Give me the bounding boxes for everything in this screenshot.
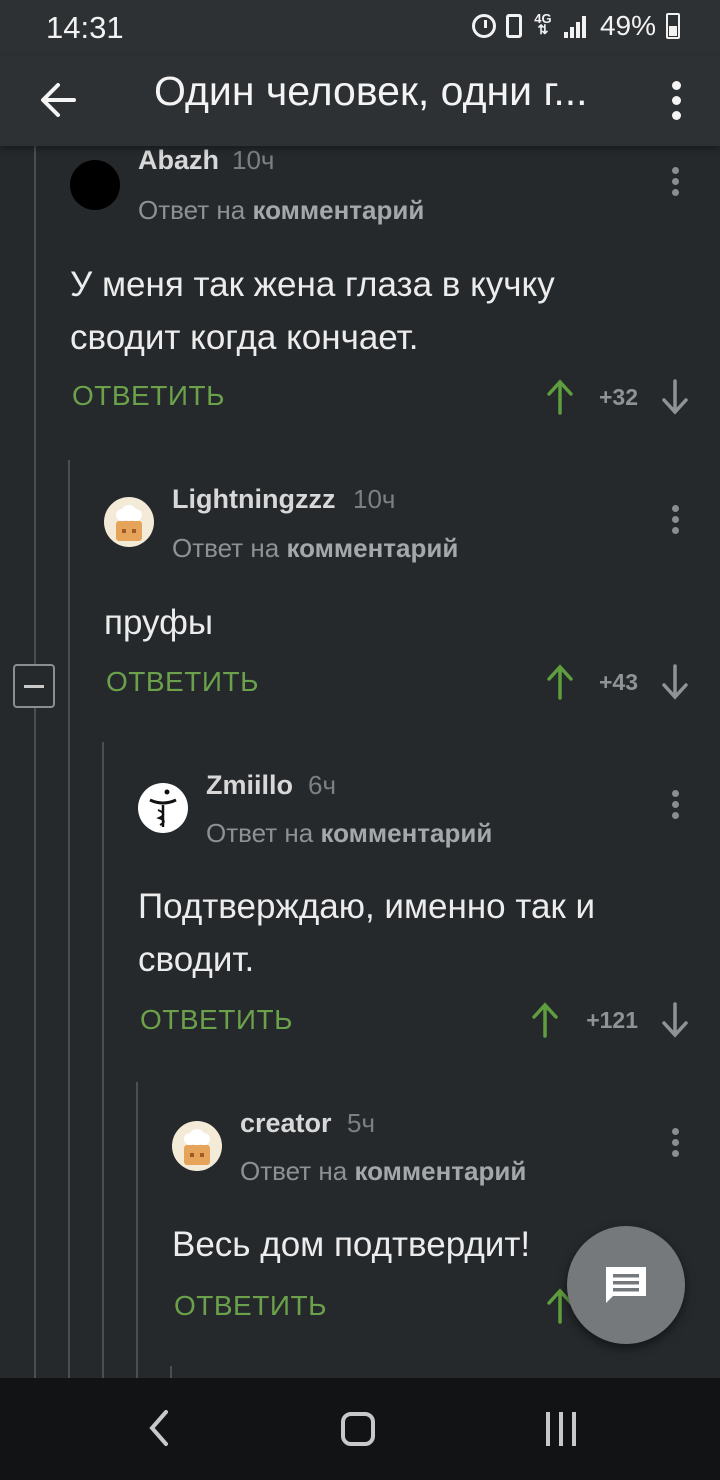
alarm-icon <box>471 14 496 38</box>
thread-line-level-1-lower <box>34 708 36 1378</box>
comment-author[interactable]: Abazh <box>138 145 219 176</box>
downvote-icon[interactable] <box>660 377 690 417</box>
comment-body: пруфы <box>104 603 214 642</box>
dot <box>671 110 681 120</box>
message-icon <box>606 1267 646 1303</box>
upvote-icon[interactable] <box>545 377 575 417</box>
dot <box>671 80 681 90</box>
arrow-left-icon <box>41 83 76 117</box>
comment-time: 5ч <box>347 1108 376 1138</box>
downvote-icon[interactable] <box>660 1000 690 1040</box>
avatar[interactable] <box>138 783 188 833</box>
upvote-icon[interactable] <box>530 1000 560 1040</box>
battery-saver-icon <box>505 14 522 38</box>
nav-back-icon[interactable] <box>148 1408 170 1448</box>
comment-more-button[interactable] <box>668 1122 682 1162</box>
comment-more-button[interactable] <box>668 161 682 201</box>
comment-time: 10ч <box>232 145 275 175</box>
comment-body: У меня так жена глаза в кучку сводит ког… <box>70 265 555 357</box>
collapse-thread-button[interactable] <box>13 664 55 708</box>
comment-more-button[interactable] <box>668 784 682 824</box>
dot <box>671 95 681 105</box>
reply-to-label: Ответ на комментарий <box>240 1156 527 1186</box>
back-button[interactable] <box>36 70 86 130</box>
comment-rating: +32 <box>598 384 638 410</box>
comment-body: Подтверждаю, именно так и сводит. <box>138 887 596 979</box>
network-type-icon: 4G ⇅ <box>534 11 552 37</box>
reply-to-link[interactable]: комментарий <box>286 533 458 563</box>
status-bar: 14:31 4G ⇅ 49% <box>0 0 720 56</box>
screen: 14:31 4G ⇅ 49% Один человек, одни г... Ab… <box>0 0 720 1480</box>
chef-avatar-icon <box>116 505 142 541</box>
comment-rating: +121 <box>586 1007 638 1033</box>
battery-percent: 49% <box>599 10 656 41</box>
nav-home-icon[interactable] <box>341 1412 375 1446</box>
reply-to-label: Ответ на комментарий <box>206 818 493 848</box>
comment-fab[interactable] <box>567 1226 685 1344</box>
battery-icon <box>666 13 680 39</box>
comment-author[interactable]: Zmiillo <box>206 770 293 801</box>
comment-time: 10ч <box>353 484 396 514</box>
comment-author[interactable]: Lightningzzz <box>172 484 335 515</box>
system-nav-bar <box>0 1378 720 1480</box>
thread-line-level-1 <box>34 146 36 664</box>
status-icons: 4G ⇅ 49% <box>471 10 680 42</box>
avatar[interactable] <box>172 1121 222 1171</box>
thread-line-level-5 <box>170 1366 172 1378</box>
thread-line-level-4 <box>136 1082 138 1378</box>
reply-to-label: Ответ на комментарий <box>138 195 425 225</box>
reply-to-link[interactable]: комментарий <box>354 1156 526 1186</box>
avatar[interactable] <box>104 497 154 547</box>
app-bar: Один человек, одни г... <box>0 56 720 146</box>
signal-icon <box>563 14 590 38</box>
reply-button[interactable]: ОТВЕТИТЬ <box>174 1290 327 1322</box>
comment-rating: +43 <box>598 669 638 695</box>
pharmacy-avatar-icon <box>139 784 187 832</box>
avatar[interactable] <box>70 160 120 210</box>
overflow-menu-button[interactable] <box>666 70 686 130</box>
page-title: Один человек, одни г... <box>154 68 588 114</box>
reply-to-link[interactable]: комментарий <box>252 195 424 225</box>
reply-button[interactable]: ОТВЕТИТЬ <box>140 1004 293 1036</box>
comment-author[interactable]: creator <box>240 1108 332 1139</box>
thread-line-level-3 <box>102 742 104 1378</box>
chef-avatar-icon <box>184 1129 210 1165</box>
thread-line-level-2 <box>68 460 70 1378</box>
upvote-icon[interactable] <box>545 662 575 702</box>
reply-button[interactable]: ОТВЕТИТЬ <box>72 380 225 412</box>
reply-button[interactable]: ОТВЕТИТЬ <box>106 666 259 698</box>
status-time: 14:31 <box>46 10 124 45</box>
reply-to-link[interactable]: комментарий <box>320 818 492 848</box>
comment-time: 6ч <box>308 770 337 800</box>
downvote-icon[interactable] <box>660 662 690 702</box>
reply-to-label: Ответ на комментарий <box>172 533 459 563</box>
nav-recent-apps-icon[interactable] <box>546 1412 576 1446</box>
comment-more-button[interactable] <box>668 499 682 539</box>
